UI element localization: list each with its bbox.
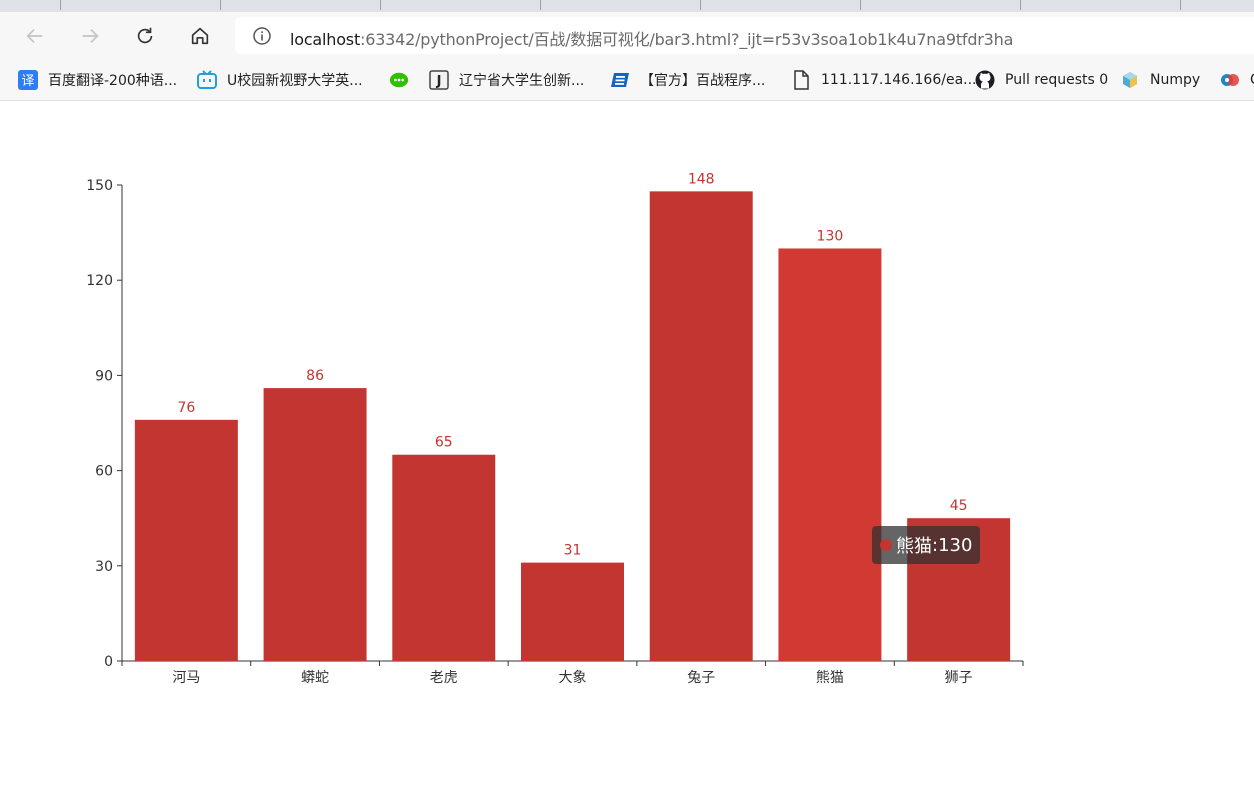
tab-separator [220, 0, 221, 10]
x-tick-label: 河马 [172, 670, 200, 686]
back-button[interactable] [18, 19, 52, 53]
tab-separator [380, 0, 381, 10]
cd-icon [1220, 70, 1240, 90]
bookmark-label: 【官方】百战程序... [640, 73, 766, 89]
address-bar[interactable]: localhost:63342/pythonProject/百战/数据可视化/b… [235, 17, 1254, 54]
home-button[interactable] [183, 19, 217, 53]
baizhan-icon [610, 70, 630, 90]
data-label: 148 [688, 171, 715, 187]
bar-熊猫 [778, 248, 882, 661]
bar-大象 [521, 562, 624, 661]
bookmark-label: Numpy [1150, 72, 1201, 88]
back-arrow-icon [26, 28, 43, 44]
url-host: localhost [290, 30, 361, 49]
tab-separator [1180, 0, 1181, 10]
translate-icon: 译 [18, 70, 38, 90]
bookmark-baizhan[interactable]: 【官方】百战程序... [610, 67, 765, 93]
data-label: 76 [177, 400, 195, 416]
bar-chart: 0306090120150河马 蟒蛇 老虎 大象 兔子 熊猫 狮子 768665311481… [86, 171, 1024, 686]
bookmark-label: 111.117.146.166/ea... [821, 72, 977, 88]
bookmarks-bar: 译 百度翻译-200种语... U校园新视野大学英... J 辽宁省大学生创新.… [0, 60, 1254, 101]
bookmark-u-campus[interactable]: U校园新视野大学英... [197, 67, 363, 93]
chart-bars [134, 191, 1011, 661]
bar-老虎 [392, 454, 496, 661]
tooltip-value: 130 [938, 534, 973, 556]
page-icon [791, 70, 811, 90]
forward-arrow-icon [82, 28, 99, 44]
bookmark-liaoning[interactable]: J 辽宁省大学生创新... [429, 67, 584, 93]
x-tick-label: 老虎 [430, 670, 458, 686]
svg-text:J: J [436, 74, 442, 89]
url-text[interactable]: localhost:63342/pythonProject/百战/数据可视化/b… [290, 26, 1013, 50]
y-tick-label: 0 [104, 654, 113, 670]
tab-strip[interactable] [0, 0, 1254, 12]
y-tick-label: 120 [86, 273, 113, 289]
numpy-icon [1120, 70, 1140, 90]
data-label: 130 [817, 228, 844, 244]
y-tick-label: 150 [86, 178, 113, 194]
svg-text:译: 译 [21, 74, 34, 89]
tab-separator [1020, 0, 1021, 10]
bookmark-label: C [1250, 72, 1254, 88]
x-tick-label: 蟒蛇 [301, 670, 329, 686]
data-label: 65 [435, 435, 453, 451]
tooltip-series-marker [880, 539, 892, 551]
y-tick-label: 60 [95, 464, 113, 480]
bookmark-numpy[interactable]: Numpy [1120, 67, 1200, 93]
bookmark-cd[interactable]: C [1220, 67, 1254, 93]
bookmark-label: U校园新视野大学英... [227, 73, 363, 89]
refresh-button[interactable] [128, 19, 162, 53]
y-tick-label: 90 [95, 368, 113, 384]
bookmark-baidu-translate[interactable]: 译 百度翻译-200种语... [18, 67, 177, 93]
tab-separator [540, 0, 541, 10]
x-tick-label: 大象 [559, 670, 587, 686]
x-tick-label: 狮子 [945, 670, 973, 686]
tab-separator [60, 0, 61, 10]
data-label: 45 [950, 498, 968, 514]
forward-button[interactable] [73, 19, 107, 53]
y-tick-label: 30 [95, 559, 113, 575]
info-icon[interactable] [252, 26, 272, 46]
bookmark-label: 辽宁省大学生创新... [459, 73, 585, 89]
bookmark-label: 百度翻译-200种语... [48, 73, 178, 89]
x-tick-label: 兔子 [687, 670, 715, 686]
github-icon [975, 70, 995, 90]
tab-separator [860, 0, 861, 10]
bookmark-ip-address[interactable]: 111.117.146.166/ea... [791, 67, 977, 93]
bookmark-github[interactable]: Pull requests 0 [975, 67, 1108, 93]
j-icon: J [429, 70, 449, 90]
bar-河马 [134, 419, 238, 661]
tooltip-name: 熊猫 [896, 536, 932, 557]
data-label: 31 [564, 543, 582, 559]
url-path: :63342/pythonProject/百战/数据可视化/bar3.html?… [360, 30, 1014, 49]
data-label: 86 [306, 368, 324, 384]
x-tick-label: 熊猫 [816, 670, 844, 686]
bar-蟒蛇 [263, 388, 367, 661]
tab-separator [700, 0, 701, 10]
bookmark-wechat[interactable] [389, 67, 419, 93]
home-icon [191, 27, 209, 45]
browser-toolbar: localhost:63342/pythonProject/百战/数据可视化/b… [0, 12, 1254, 60]
bilibili-icon [197, 70, 217, 90]
refresh-icon [137, 27, 153, 44]
wechat-icon [389, 70, 409, 90]
bookmark-label: Pull requests 0 [1005, 72, 1109, 88]
chart-tooltip: 熊猫: 130 [872, 526, 981, 564]
bar-兔子 [649, 191, 753, 661]
